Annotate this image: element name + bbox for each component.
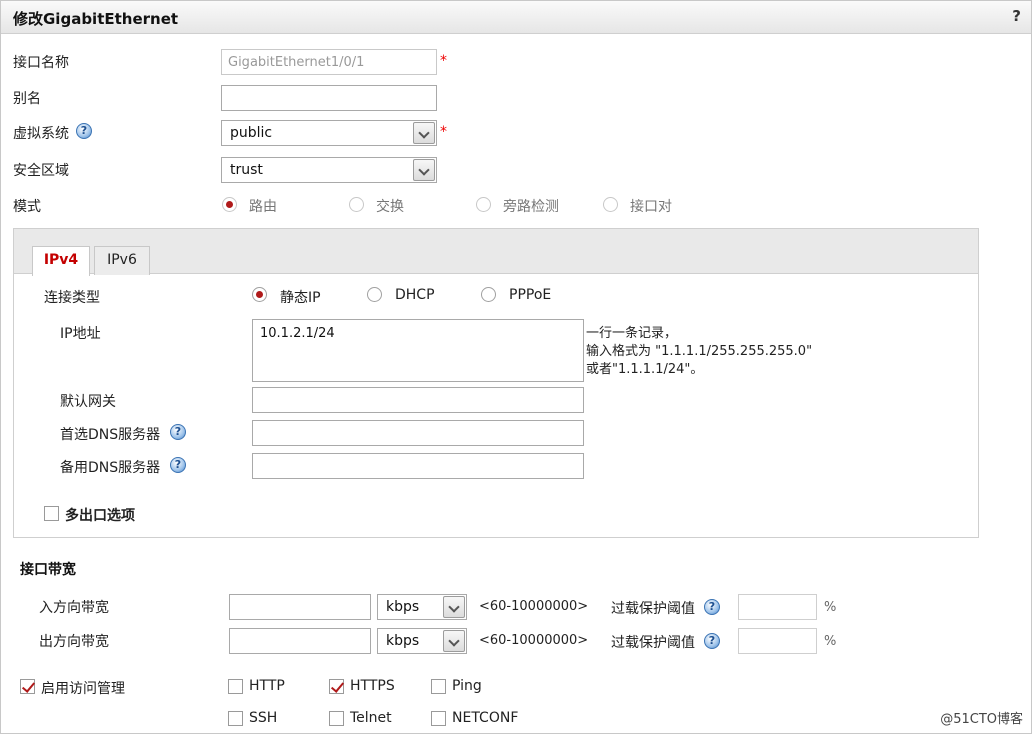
dialog-window: 修改GigabitEthernet ? 接口名称 * 别名 虚拟系统 ? pub…	[0, 0, 1032, 734]
mode-pair-label: 接口对	[630, 199, 672, 215]
ip-hint-line2: 输入格式为 "1.1.1.1/255.255.255.0"	[586, 344, 813, 359]
alias-label: 别名	[13, 91, 41, 107]
tab-ipv6[interactable]: IPv6	[94, 246, 150, 275]
outbound-percent: %	[824, 634, 837, 649]
service-ssh-label: SSH	[249, 710, 278, 726]
interface-name-label: 接口名称	[13, 55, 69, 71]
outbound-bandwidth-input[interactable]	[229, 628, 371, 654]
conn-radio-dhcp[interactable]	[367, 287, 382, 302]
vsys-value: public	[230, 125, 273, 141]
required-mark: *	[440, 53, 447, 69]
question-circle-icon[interactable]: ?	[704, 599, 720, 615]
ip-address-textarea[interactable]: 10.1.2.1/24	[252, 319, 584, 382]
mode-radio-bypass[interactable]	[476, 197, 491, 212]
conn-radio-static[interactable]	[252, 287, 267, 302]
question-circle-icon[interactable]: ?	[170, 424, 186, 440]
mode-switch-label: 交换	[376, 199, 404, 215]
inbound-range: <60-10000000>	[479, 599, 589, 614]
access-management-checkbox[interactable]	[20, 679, 35, 694]
ip-address-label: IP地址	[60, 326, 101, 342]
tab-strip: IPv4 IPv6	[14, 229, 978, 276]
required-mark: *	[440, 124, 447, 140]
inbound-unit-value: kbps	[386, 599, 420, 615]
ip-hint-line3: 或者"1.1.1.1/24"。	[586, 362, 704, 377]
connection-type-label: 连接类型	[44, 290, 100, 306]
mode-radio-pair[interactable]	[603, 197, 618, 212]
service-http-checkbox[interactable]	[228, 679, 243, 694]
tab-ipv4[interactable]: IPv4	[32, 246, 90, 276]
dns-primary-label: 首选DNS服务器	[60, 427, 161, 443]
multi-exit-label: 多出口选项	[65, 508, 135, 524]
watermark: @51CTO博客	[940, 712, 1023, 727]
dns-backup-label: 备用DNS服务器	[60, 460, 161, 476]
mode-radio-route[interactable]	[222, 197, 237, 212]
question-circle-icon[interactable]: ?	[170, 457, 186, 473]
ip-config-panel: IPv4 IPv6 连接类型 静态IP DHCP PPPoE IP地址 10.1…	[13, 228, 979, 538]
vsys-select[interactable]: public	[221, 120, 437, 146]
dialog-title: 修改GigabitEthernet	[13, 10, 179, 28]
interface-name-input[interactable]	[221, 49, 437, 75]
help-button[interactable]: ?	[1012, 7, 1021, 25]
service-ping-checkbox[interactable]	[431, 679, 446, 694]
mode-radio-switch[interactable]	[349, 197, 364, 212]
question-circle-icon[interactable]: ?	[76, 123, 92, 139]
chevron-down-icon[interactable]	[443, 596, 465, 618]
outbound-threshold-input[interactable]	[738, 628, 817, 654]
chevron-down-icon[interactable]	[443, 630, 465, 652]
mode-bypass-label: 旁路检测	[503, 199, 559, 215]
outbound-unit-select[interactable]: kbps	[377, 628, 467, 654]
mode-route-label: 路由	[249, 199, 277, 215]
zone-label: 安全区域	[13, 163, 69, 179]
service-ping-label: Ping	[452, 678, 482, 694]
inbound-threshold-label: 过载保护阈值	[611, 601, 695, 617]
inbound-bandwidth-input[interactable]	[229, 594, 371, 620]
service-netconf-label: NETCONF	[452, 710, 519, 726]
conn-static-label: 静态IP	[280, 290, 321, 306]
outbound-range: <60-10000000>	[479, 633, 589, 648]
conn-radio-pppoe[interactable]	[481, 287, 496, 302]
outbound-unit-value: kbps	[386, 633, 420, 649]
outbound-bandwidth-label: 出方向带宽	[39, 634, 109, 650]
inbound-percent: %	[824, 600, 837, 615]
title-bar: 修改GigabitEthernet ?	[1, 1, 1031, 34]
zone-select[interactable]: trust	[221, 157, 437, 183]
inbound-threshold-input[interactable]	[738, 594, 817, 620]
access-management-label: 启用访问管理	[41, 681, 125, 697]
alias-input[interactable]	[221, 85, 437, 111]
service-telnet-checkbox[interactable]	[329, 711, 344, 726]
gateway-input[interactable]	[252, 387, 584, 413]
inbound-unit-select[interactable]: kbps	[377, 594, 467, 620]
vsys-label: 虚拟系统	[13, 126, 69, 142]
service-telnet-label: Telnet	[350, 710, 392, 726]
service-ssh-checkbox[interactable]	[228, 711, 243, 726]
inbound-bandwidth-label: 入方向带宽	[39, 600, 109, 616]
chevron-down-icon[interactable]	[413, 159, 435, 181]
chevron-down-icon[interactable]	[413, 122, 435, 144]
ip-hint-line1: 一行一条记录，	[586, 326, 678, 341]
conn-pppoe-label: PPPoE	[509, 287, 552, 303]
mode-label: 模式	[13, 199, 41, 215]
multi-exit-checkbox[interactable]	[44, 506, 59, 521]
dns-backup-input[interactable]	[252, 453, 584, 479]
dns-primary-input[interactable]	[252, 420, 584, 446]
service-netconf-checkbox[interactable]	[431, 711, 446, 726]
zone-value: trust	[230, 162, 263, 178]
service-http-label: HTTP	[249, 678, 285, 694]
question-circle-icon[interactable]: ?	[704, 633, 720, 649]
outbound-threshold-label: 过载保护阈值	[611, 635, 695, 651]
service-https-checkbox[interactable]	[329, 679, 344, 694]
service-https-label: HTTPS	[350, 678, 395, 694]
bandwidth-section-title: 接口带宽	[20, 562, 76, 578]
conn-dhcp-label: DHCP	[395, 287, 435, 303]
gateway-label: 默认网关	[60, 394, 116, 410]
